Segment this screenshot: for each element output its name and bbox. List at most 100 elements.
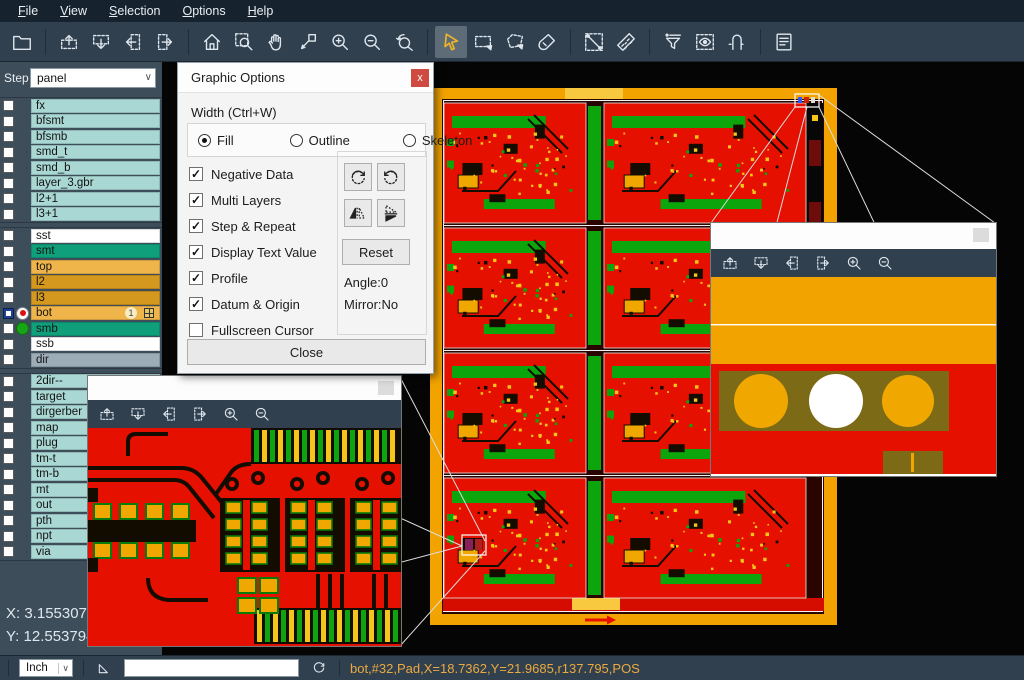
layer-row-ssb[interactable]: ssb [0,337,162,353]
layer-row-l2[interactable]: l2 [0,275,162,291]
zoom-in-icon[interactable] [841,250,867,276]
layer-visibility-checkbox[interactable] [3,292,14,303]
checkbox-icon[interactable]: ✓ [189,297,203,311]
eye-box-icon[interactable] [689,26,721,58]
layer-row-bot[interactable]: bot1 [0,306,162,322]
layer-visibility-checkbox[interactable] [3,422,14,433]
layer-name[interactable]: smt [31,244,160,258]
checkbox-icon[interactable]: ✓ [189,219,203,233]
close-icon[interactable]: x [411,69,429,87]
box-arrow-down-icon[interactable] [748,250,774,276]
layer-visibility-checkbox[interactable] [3,147,14,158]
radio-outline[interactable]: Outline [290,133,350,148]
refresh-icon[interactable] [309,658,329,678]
layer-visibility-checkbox[interactable] [3,116,14,127]
brush-icon[interactable] [531,26,563,58]
checkbox-multi-layers[interactable]: ✓Multi Layers [189,187,317,213]
filter-icon[interactable] [657,26,689,58]
layer-row-l3[interactable]: l3 [0,290,162,306]
checkbox-negative-data[interactable]: ✓Negative Data [189,161,317,187]
menu-item-help[interactable]: Help [238,2,284,20]
layer-visibility-checkbox[interactable] [3,453,14,464]
box-arrow-down-icon[interactable] [85,26,117,58]
magnifier-right-content[interactable] [711,277,996,479]
layer-row-l2+1[interactable]: l2+1 [0,191,162,207]
zoom-out-icon[interactable] [249,401,275,427]
layer-name[interactable]: layer_3.gbr [31,176,160,190]
box-arrow-up-icon[interactable] [94,401,120,427]
dialog-titlebar[interactable]: Graphic Options [178,63,433,93]
window-button-icon[interactable] [973,228,989,242]
mirror-vertical-button[interactable] [377,199,405,227]
layer-name[interactable]: l3+1 [31,207,160,221]
layer-row-top[interactable]: top [0,259,162,275]
checkbox-icon[interactable]: ✓ [189,193,203,207]
box-arrow-down-icon[interactable] [125,401,151,427]
mirror-horizontal-button[interactable] [344,199,372,227]
window-button-icon[interactable] [378,381,394,395]
layer-visibility-checkbox[interactable] [3,438,14,449]
zoom-out-icon[interactable] [872,250,898,276]
layer-row-smt[interactable]: smt [0,244,162,260]
home-icon[interactable] [196,26,228,58]
layer-visibility-checkbox[interactable] [3,469,14,480]
menu-item-selection[interactable]: Selection [99,2,170,20]
layer-visibility-checkbox[interactable] [3,308,14,319]
layer-name[interactable]: smd_t [31,145,160,159]
report-icon[interactable] [768,26,800,58]
box-arrow-up-icon[interactable] [717,250,743,276]
zoom-out-icon[interactable] [356,26,388,58]
magnifier-right-titlebar[interactable] [711,223,996,249]
layer-visibility-checkbox[interactable] [3,546,14,557]
layer-visibility-checkbox[interactable] [3,230,14,241]
menu-item-view[interactable]: View [50,2,97,20]
layer-visibility-checkbox[interactable] [3,500,14,511]
checkbox-icon[interactable] [189,323,203,337]
layer-visibility-checkbox[interactable] [3,376,14,387]
layer-visibility-checkbox[interactable] [3,193,14,204]
layer-row-bfsmt[interactable]: bfsmt [0,114,162,130]
radio-fill[interactable]: Fill [198,133,234,148]
layer-visibility-checkbox[interactable] [3,131,14,142]
layer-visibility-checkbox[interactable] [3,391,14,402]
layer-row-bfsmb[interactable]: bfsmb [0,129,162,145]
grid-icon[interactable] [144,308,154,318]
layer-visibility-checkbox[interactable] [3,407,14,418]
select-cursor-icon[interactable] [435,26,467,58]
layer-name[interactable]: smb [31,322,160,336]
command-input[interactable] [124,659,299,677]
layer-name[interactable]: bfsmt [31,114,160,128]
box-arrow-right-icon[interactable] [187,401,213,427]
layer-name[interactable]: l2 [31,275,160,289]
layer-visibility-checkbox[interactable] [3,323,14,334]
radio-circle-icon[interactable] [403,134,416,147]
box-arrow-right-icon[interactable] [149,26,181,58]
layer-visibility-checkbox[interactable] [3,209,14,220]
radio-skeleton[interactable]: Skeleton [403,133,473,148]
corner-pick-icon[interactable] [94,658,114,678]
layer-visibility-checkbox[interactable] [3,339,14,350]
layer-name[interactable]: bot1 [31,306,160,320]
layer-visibility-checkbox[interactable] [3,531,14,542]
move-view-icon[interactable] [292,26,324,58]
snap-icon[interactable] [721,26,753,58]
layer-row-sst[interactable]: sst [0,228,162,244]
radio-circle-icon[interactable] [290,134,303,147]
checkbox-datum-origin[interactable]: ✓Datum & Origin [189,291,317,317]
layer-name[interactable]: l3 [31,291,160,305]
open-folder-icon[interactable] [6,26,38,58]
zoom-region-icon[interactable] [228,26,260,58]
step-select[interactable]: panel ∨ [30,68,156,88]
close-button[interactable]: Close [187,339,426,365]
layer-row-dir[interactable]: dir [0,352,162,368]
layer-visibility-checkbox[interactable] [3,484,14,495]
layer-visibility-checkbox[interactable] [3,162,14,173]
layer-visibility-checkbox[interactable] [3,277,14,288]
box-arrow-right-icon[interactable] [810,250,836,276]
zoom-in-icon[interactable] [324,26,356,58]
layer-row-l3+1[interactable]: l3+1 [0,207,162,223]
box-arrow-left-icon[interactable] [779,250,805,276]
box-arrow-left-icon[interactable] [117,26,149,58]
pan-hand-icon[interactable] [260,26,292,58]
layer-visibility-checkbox[interactable] [3,100,14,111]
